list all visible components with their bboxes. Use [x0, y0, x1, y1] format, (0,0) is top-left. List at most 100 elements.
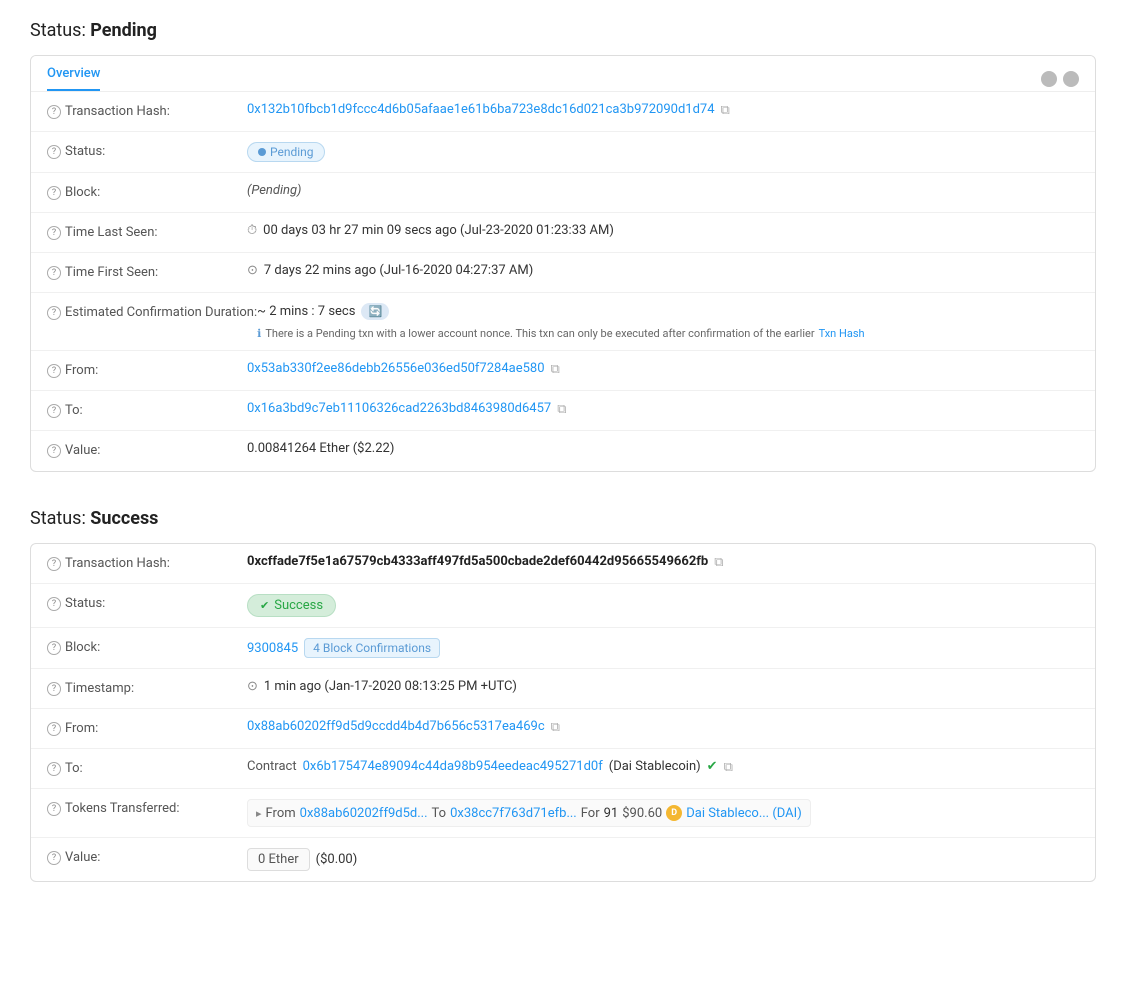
pending-warn-text: ℹ There is a Pending txn with a lower ac… [257, 327, 864, 340]
transfer-for-label: For [581, 806, 600, 821]
help-icon[interactable]: ? [47, 105, 61, 119]
block-confirmations-badge: 4 Block Confirmations [304, 638, 440, 658]
pending-est-value: ~ 2 mins : 7 secs 🔄 ℹ There is a Pending… [257, 303, 1079, 340]
tab-dot-2 [1063, 71, 1079, 87]
pending-to-label: ? To: [47, 401, 247, 418]
help-icon[interactable]: ? [47, 306, 61, 320]
success-timestamp-text: 1 min ago (Jan-17-2020 08:13:25 PM +UTC) [264, 679, 517, 694]
copy-icon[interactable]: ⧉ [714, 555, 728, 569]
success-from-link[interactable]: 0x88ab60202ff9d5d9ccdd4b4d7b656c5317ea46… [247, 719, 545, 734]
success-to-value: Contract 0x6b175474e89094c44da98b954eede… [247, 759, 1079, 774]
help-icon[interactable]: ? [47, 641, 61, 655]
tab-icon-group [1041, 71, 1079, 87]
value-ether-box: 0 Ether [247, 848, 310, 871]
transfer-amount: 91 [604, 806, 619, 821]
help-icon[interactable]: ? [47, 851, 61, 865]
help-icon[interactable]: ? [47, 722, 61, 736]
dai-token-icon: D [666, 805, 682, 821]
success-from-value: 0x88ab60202ff9d5d9ccdd4b4d7b656c5317ea46… [247, 719, 1079, 734]
contract-name-text: (Dai Stablecoin) [609, 759, 701, 774]
help-icon[interactable]: ? [47, 557, 61, 571]
pending-tab-bar: Overview [31, 56, 1095, 92]
help-icon[interactable]: ? [47, 266, 61, 280]
copy-icon[interactable]: ⧉ [724, 760, 738, 774]
contract-label-text: Contract [247, 759, 297, 774]
pending-time-first-text: 7 days 22 mins ago (Jul-16-2020 04:27:37… [264, 263, 533, 278]
copy-icon[interactable]: ⧉ [557, 402, 571, 416]
help-icon[interactable]: ? [47, 802, 61, 816]
help-icon[interactable]: ? [47, 597, 61, 611]
help-icon[interactable]: ? [47, 404, 61, 418]
pending-value-value: 0.00841264 Ether ($2.22) [247, 441, 1079, 456]
transfer-from-address[interactable]: 0x88ab60202ff9d5d... [300, 806, 428, 821]
pending-block-row: ? Block: (Pending) [31, 173, 1095, 213]
pending-from-link[interactable]: 0x53ab330f2ee86debb26556e036ed50f7284ae5… [247, 361, 545, 376]
contract-address-link[interactable]: 0x6b175474e89094c44da98b954eedeac495271d… [303, 759, 603, 774]
copy-icon[interactable]: ⧉ [721, 103, 735, 117]
token-transfer-box: ▸ From 0x88ab60202ff9d5d... To 0x38cc7f7… [247, 799, 811, 827]
help-icon[interactable]: ? [47, 186, 61, 200]
pending-to-link[interactable]: 0x16a3bd9c7eb11106326cad2263bd8463980d64… [247, 401, 551, 416]
success-value-value: 0 Ether ($0.00) [247, 848, 1079, 871]
pending-time-first-label: ? Time First Seen: [47, 263, 247, 280]
pending-time-last-label: ? Time Last Seen: [47, 223, 247, 240]
tab-dot-1 [1041, 71, 1057, 87]
pending-tx-hash-value: 0x132b10fbcb1d9fccc4d6b05afaae1e61b6ba72… [247, 102, 1079, 117]
success-timestamp-value: ⊙ 1 min ago (Jan-17-2020 08:13:25 PM +UT… [247, 679, 1079, 694]
pending-time-last-text: 00 days 03 hr 27 min 09 secs ago (Jul-23… [263, 223, 614, 238]
success-tx-hash-text: 0xcffade7f5e1a67579cb4333aff497fd5a500cb… [247, 554, 708, 569]
value-usd-text: ($0.00) [316, 852, 358, 867]
transfer-to-label: To [432, 806, 447, 821]
transfer-to-address[interactable]: 0x38cc7f763d71efb... [450, 806, 577, 821]
help-icon[interactable]: ? [47, 226, 61, 240]
pending-tx-hash-link[interactable]: 0x132b10fbcb1d9fccc4d6b05afaae1e61b6ba72… [247, 102, 715, 117]
success-block-number[interactable]: 9300845 [247, 641, 298, 656]
help-icon[interactable]: ? [47, 762, 61, 776]
success-tokens-row: ? Tokens Transferred: ▸ From 0x88ab60202… [31, 789, 1095, 838]
token-name-link[interactable]: Dai Stableco... (DAI) [686, 806, 802, 821]
overview-tab[interactable]: Overview [47, 66, 100, 91]
pending-block-text: (Pending) [247, 183, 301, 198]
verified-icon: ✔ [707, 759, 718, 774]
transfer-arrow-icon: ▸ [256, 807, 262, 820]
help-icon[interactable]: ? [47, 364, 61, 378]
pending-card: Overview ? Transaction Hash: 0x132b10fbc… [30, 55, 1096, 472]
copy-icon[interactable]: ⧉ [551, 720, 565, 734]
pending-time-first-value: ⊙ 7 days 22 mins ago (Jul-16-2020 04:27:… [247, 263, 1079, 278]
success-tx-hash-label: ? Transaction Hash: [47, 554, 247, 571]
success-value-row: ? Value: 0 Ether ($0.00) [31, 838, 1095, 881]
success-timestamp-label: ? Timestamp: [47, 679, 247, 696]
pending-est-badge: 🔄 [361, 303, 389, 320]
pending-to-row: ? To: 0x16a3bd9c7eb11106326cad2263bd8463… [31, 391, 1095, 431]
success-from-row: ? From: 0x88ab60202ff9d5d9ccdd4b4d7b656c… [31, 709, 1095, 749]
pending-from-label: ? From: [47, 361, 247, 378]
success-tx-hash-row: ? Transaction Hash: 0xcffade7f5e1a67579c… [31, 544, 1095, 584]
success-timestamp-row: ? Timestamp: ⊙ 1 min ago (Jan-17-2020 08… [31, 669, 1095, 709]
success-status-label: ? Status: [47, 594, 247, 611]
success-block-label: ? Block: [47, 638, 247, 655]
pending-from-row: ? From: 0x53ab330f2ee86debb26556e036ed50… [31, 351, 1095, 391]
txn-hash-link[interactable]: Txn Hash [819, 327, 865, 340]
help-icon[interactable]: ? [47, 145, 61, 159]
pending-value-label: ? Value: [47, 441, 247, 458]
pending-block-value: (Pending) [247, 183, 1079, 198]
pending-to-value: 0x16a3bd9c7eb11106326cad2263bd8463980d64… [247, 401, 1079, 416]
pending-tx-hash-row: ? Transaction Hash: 0x132b10fbcb1d9fccc4… [31, 92, 1095, 132]
success-to-label: ? To: [47, 759, 247, 776]
pending-time-first-row: ? Time First Seen: ⊙ 7 days 22 mins ago … [31, 253, 1095, 293]
pending-from-value: 0x53ab330f2ee86debb26556e036ed50f7284ae5… [247, 361, 1079, 376]
success-block-value: 9300845 4 Block Confirmations [247, 638, 1079, 658]
success-tokens-label: ? Tokens Transferred: [47, 799, 247, 816]
pending-est-time: ~ 2 mins : 7 secs [257, 304, 355, 319]
pending-block-label: ? Block: [47, 183, 247, 200]
success-status-row: ? Status: Success [31, 584, 1095, 628]
success-block-row: ? Block: 9300845 4 Block Confirmations [31, 628, 1095, 669]
help-icon[interactable]: ? [47, 682, 61, 696]
transfer-from-label: From [266, 806, 296, 821]
pending-section-title: Status: Pending [30, 20, 1096, 41]
pending-value-text: 0.00841264 Ether ($2.22) [247, 441, 394, 456]
help-icon[interactable]: ? [47, 444, 61, 458]
pending-value-row: ? Value: 0.00841264 Ether ($2.22) [31, 431, 1095, 471]
copy-icon[interactable]: ⧉ [551, 362, 565, 376]
pending-est-row: ? Estimated Confirmation Duration: ~ 2 m… [31, 293, 1095, 351]
